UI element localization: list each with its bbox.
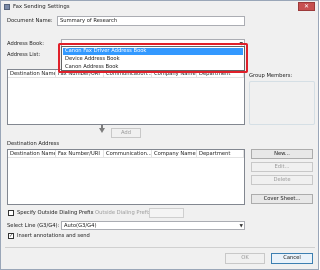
new-button[interactable]: New... <box>251 149 313 159</box>
group-members-label: Group Members: <box>249 73 293 79</box>
outside-dialing-prefix-input[interactable] <box>149 208 184 218</box>
address-list[interactable]: Destination Name Fax Number/URI Communic… <box>7 69 245 125</box>
insert-annotations-checkbox[interactable]: ✓ <box>8 233 14 239</box>
address-book-label: Address Book: <box>7 41 44 47</box>
destination-address-header: Destination Name Fax Number/URI Communic… <box>8 150 244 158</box>
destination-address-list[interactable]: Destination Name Fax Number/URI Communic… <box>7 149 245 205</box>
specify-outside-dialing-prefix-checkbox[interactable] <box>8 210 14 216</box>
dropdown-highlight-annotation <box>58 43 248 73</box>
checkmark-icon: ✓ <box>9 233 14 239</box>
ok-button[interactable]: OK <box>225 253 265 264</box>
group-members-list <box>249 81 315 125</box>
insert-annotations-label: Insert annotations and send <box>17 233 90 239</box>
title-bar: Fax Sending Settings ✕ <box>1 1 318 13</box>
add-button[interactable]: Add <box>111 128 141 138</box>
cancel-button[interactable]: Cancel <box>271 253 313 264</box>
address-list-label: Address List: <box>7 52 41 58</box>
dest-column-department[interactable]: Department <box>197 150 244 158</box>
select-line-combo[interactable]: Auto(G3/G4) ▼ <box>61 221 245 230</box>
column-destination-name[interactable]: Destination Name <box>8 70 56 78</box>
dest-column-communication[interactable]: Communication... <box>104 150 152 158</box>
close-button[interactable]: ✕ <box>298 2 315 11</box>
down-arrow-icon <box>99 128 105 133</box>
footer-divider <box>5 247 315 248</box>
cover-sheet-button[interactable]: Cover Sheet... <box>251 194 313 204</box>
dest-column-fax-number[interactable]: Fax Number/URI <box>56 150 104 158</box>
specify-outside-dialing-prefix-label: Specify Outside Dialing Prefix <box>17 210 94 216</box>
outside-dialing-prefix-label: Outside Dialing Prefix: <box>95 210 153 216</box>
fax-sending-settings-dialog: Fax Sending Settings ✕ Document Name: Su… <box>0 0 319 270</box>
chevron-down-icon: ▼ <box>239 224 243 229</box>
delete-button[interactable]: Delete <box>251 175 313 185</box>
destination-address-label: Destination Address <box>7 141 60 147</box>
document-name-label: Document Name: <box>7 18 53 24</box>
dest-column-company-name[interactable]: Company Name <box>152 150 197 158</box>
select-line-label: Select Line (G3/G4): <box>7 223 60 229</box>
window-title: Fax Sending Settings <box>13 4 70 10</box>
edit-button[interactable]: Edit... <box>251 162 313 172</box>
close-icon: ✕ <box>303 3 310 10</box>
fax-app-icon <box>4 4 10 10</box>
document-name-input[interactable]: Summary of Research <box>57 16 245 26</box>
select-line-value: Auto(G3/G4) <box>64 223 97 229</box>
dest-column-destination-name[interactable]: Destination Name <box>8 150 56 158</box>
